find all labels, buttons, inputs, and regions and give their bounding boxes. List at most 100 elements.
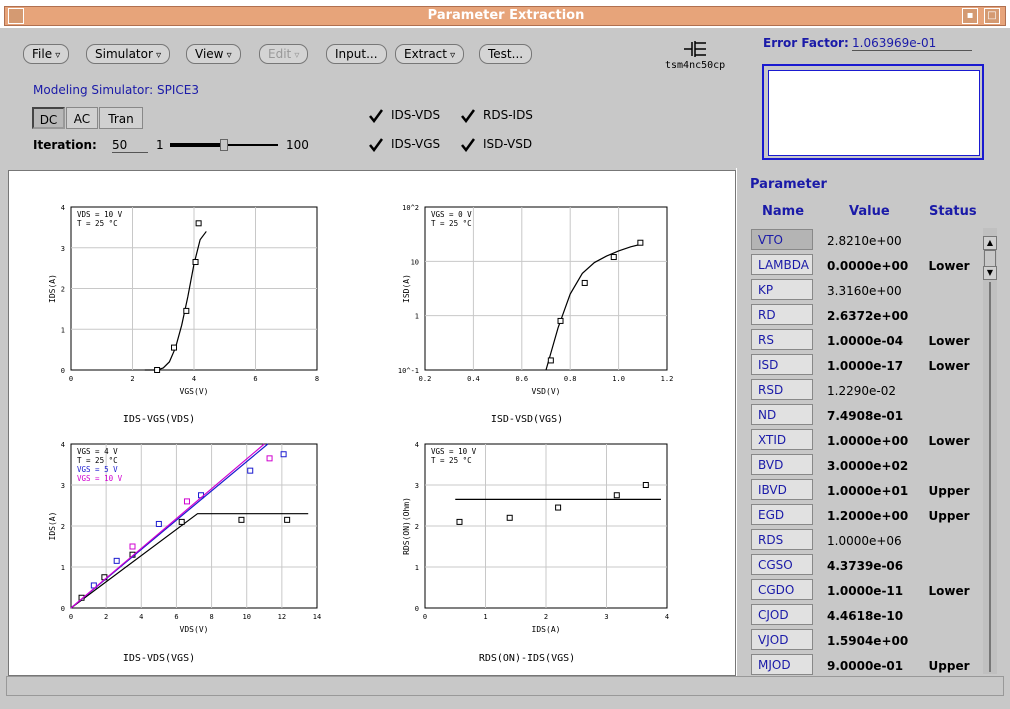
parameter-name[interactable]: BVD [751,454,813,475]
parameter-name[interactable]: CGDO [751,579,813,600]
column-status-header: Status [929,204,977,219]
parameter-name[interactable]: KP [751,279,813,300]
scroll-down-icon[interactable]: ▼ [983,266,997,280]
parameter-value: 1.2290e-02 [827,383,896,398]
chart-annotation: T = 25 °C [77,219,118,228]
parameter-name[interactable]: MJOD [751,654,813,675]
data-point-marker [154,367,161,373]
parameter-row[interactable]: RD 2.6372e+00 [751,303,980,328]
parameter-name[interactable]: IBVD [751,479,813,500]
device-name: tsm4nc50cp [665,60,726,71]
parameter-row[interactable]: CGSO 4.3739e-06 [751,553,980,578]
x-tick-label: 0.8 [564,375,577,383]
parameter-row[interactable]: KP 3.3160e+00 [751,278,980,303]
tab-tran[interactable]: Tran [99,107,143,129]
menu-file-button[interactable]: File ▿ [23,44,70,64]
parameter-row[interactable]: MJOD 9.0000e-01 Upper [751,653,980,676]
parameter-status [919,628,980,653]
parameter-scrollbar[interactable]: ▲ ▼ [983,228,997,674]
x-axis-label: IDS(A) [532,625,561,634]
parameter-row[interactable]: RS 1.0000e-04 Lower [751,328,980,353]
iteration-field[interactable]: 50 [112,138,148,153]
menu-extract-button[interactable]: Extract ▿ [395,44,465,64]
parameter-name[interactable]: VJOD [751,629,813,650]
parameter-row[interactable]: LAMBDA 0.0000e+00 Lower [751,253,980,278]
parameter-name[interactable]: CJOD [751,604,813,625]
x-tick-label: 2 [130,375,134,383]
y-axis-label: RDS(ON)(Ohm) [402,497,411,555]
x-tick-label: 8 [209,613,213,621]
menu-dropdown-icon: ▿ [446,50,456,61]
parameter-row[interactable]: RSD 1.2290e-02 [751,378,980,403]
data-point-marker [183,498,190,505]
maximize-icon[interactable]: □ [984,8,1000,24]
tab-dc[interactable]: DC [32,107,65,129]
scroll-up-icon[interactable]: ▲ [983,236,997,250]
y-tick-label: 10^-1 [398,367,419,375]
parameter-panel-title: Parameter [750,177,827,192]
slider-thumb[interactable] [220,139,228,151]
parameter-value: 1.0000e+00 [827,433,909,448]
data-point-marker [284,516,291,523]
checkbox-isd-vsd[interactable]: ISD-VSD [461,137,532,152]
parameter-row[interactable]: VJOD 1.5904e+00 [751,628,980,653]
parameter-row[interactable]: EGD 1.2000e+00 Upper [751,503,980,528]
parameter-name[interactable]: VTO [751,229,813,250]
parameter-name[interactable]: RS [751,329,813,350]
checkmark-icon[interactable] [461,137,476,152]
chart-annotation: VGS = 5 V [77,465,118,474]
parameter-value: 4.3739e-06 [827,558,904,573]
checkbox-rds-ids[interactable]: RDS-IDS [461,108,533,123]
parameter-row[interactable]: VTO 2.8210e+00 [751,228,980,253]
x-tick-label: 10 [242,613,250,621]
tab-ac[interactable]: AC [66,107,98,129]
parameter-name[interactable]: ISD [751,354,813,375]
parameter-name[interactable]: EGD [751,504,813,525]
parameter-name[interactable]: CGSO [751,554,813,575]
parameter-row[interactable]: ND 7.4908e-01 [751,403,980,428]
chart-annotation: VGS = 0 V [431,210,472,219]
chart-title: RDS(ON)-IDS(VGS) [479,653,575,664]
minimize-icon[interactable]: ▪ [962,8,978,24]
chart-title: IDS-VDS(VGS) [123,653,195,664]
checkmark-icon[interactable] [369,108,384,123]
parameter-row[interactable]: CGDO 1.0000e-11 Lower [751,578,980,603]
mosfet-device-icon [684,41,706,57]
menu-simulator-button[interactable]: Simulator ▿ [86,44,171,64]
error-factor-label: Error Factor: [763,36,849,50]
parameter-row[interactable]: CJOD 4.4618e-10 [751,603,980,628]
checkmark-icon[interactable] [369,137,384,152]
parameter-row[interactable]: BVD 3.0000e+02 [751,453,980,478]
plots-canvas: 0 2 4 6 801234VGS(V)IDS(A)IDS-VGS(VDS)VDS = … [48,204,673,664]
checkmark-icon[interactable] [461,108,476,123]
parameter-name[interactable]: RD [751,304,813,325]
y-tick-label: 0 [61,605,65,613]
parameter-row[interactable]: RDS 1.0000e+06 [751,528,980,553]
parameter-value: 1.0000e-04 [827,333,904,348]
parameter-row[interactable]: ISD 1.0000e-17 Lower [751,353,980,378]
parameter-status: Lower [928,333,970,348]
parameter-name[interactable]: XTID [751,429,813,450]
menu-test-button[interactable]: Test... [479,44,533,64]
parameter-row[interactable]: IBVD 1.0000e+01 Upper [751,478,980,503]
iteration-slider[interactable] [170,139,278,151]
parameter-status: Upper [928,658,970,673]
x-tick-label: 0 [69,375,73,383]
data-point-marker [155,520,162,527]
menu-view-button[interactable]: View ▿ [186,44,241,64]
parameter-name[interactable]: ND [751,404,813,425]
menu-edit-button[interactable]: Edit ▿ [259,44,309,64]
parameter-name[interactable]: RSD [751,379,813,400]
parameter-value: 2.8210e+00 [827,233,902,248]
parameter-name[interactable]: LAMBDA [751,254,813,275]
parameter-name[interactable]: RDS [751,529,813,550]
checkbox-ids-vgs[interactable]: IDS-VGS [369,137,440,152]
checkbox-ids-vds[interactable]: IDS-VDS [369,108,440,123]
data-point-marker [129,543,136,550]
menu-label: Edit [268,47,292,61]
menu-input-button[interactable]: Input... [326,44,387,64]
parameter-row[interactable]: XTID 1.0000e+00 Lower [751,428,980,453]
parameter-value: 4.4618e-10 [827,608,904,623]
window-menu-icon[interactable] [8,8,24,24]
menu-dropdown-icon: ▿ [291,50,300,61]
